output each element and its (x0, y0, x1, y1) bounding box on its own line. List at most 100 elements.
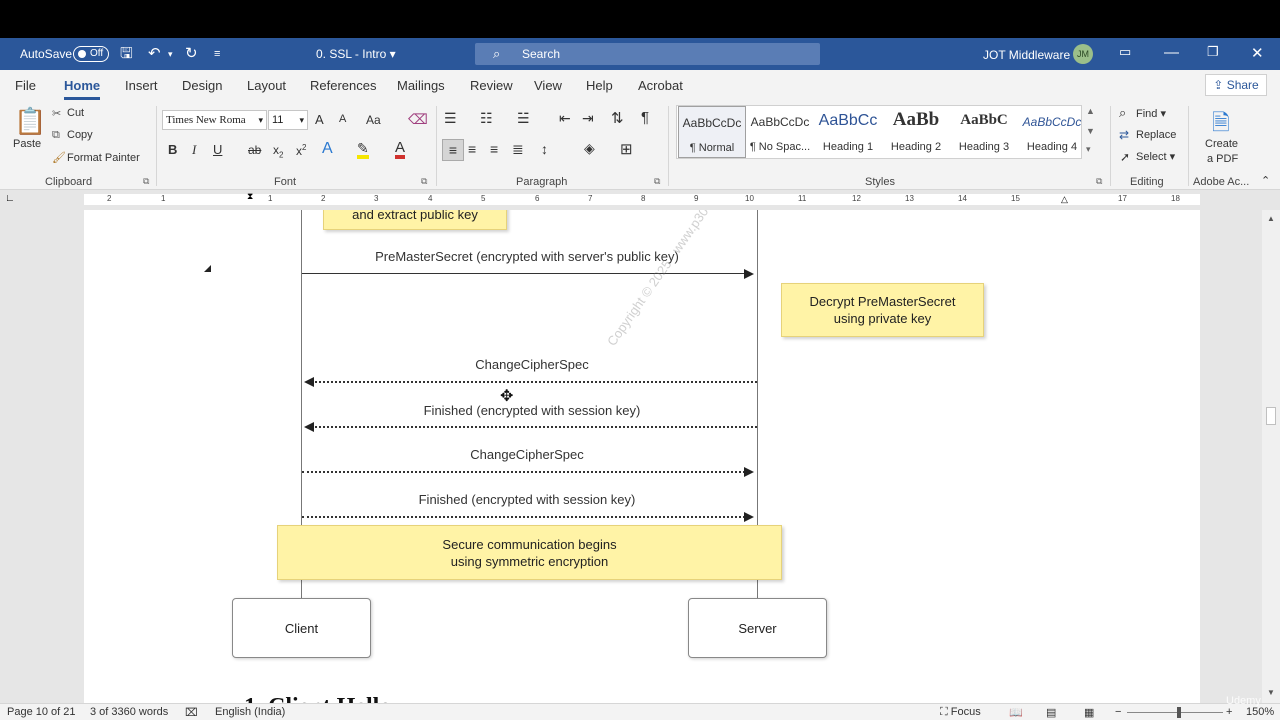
create-pdf-line2[interactable]: a PDF (1207, 153, 1238, 165)
clear-formatting-icon[interactable]: ⌫ (408, 111, 428, 128)
collapse-ribbon-icon[interactable]: ⌃ (1261, 174, 1270, 187)
align-left-icon[interactable]: ≡ (442, 139, 464, 161)
tab-view[interactable]: View (534, 78, 562, 93)
word-count[interactable]: 3 of 3360 words (90, 706, 168, 718)
align-center-icon[interactable]: ≡ (468, 141, 476, 157)
copy-button[interactable]: Copy (67, 129, 93, 141)
proofing-icon[interactable]: ⌧ (185, 706, 198, 719)
right-indent-marker-icon[interactable]: △ (1061, 194, 1068, 205)
paste-button[interactable]: Paste (13, 138, 41, 150)
borders-icon[interactable]: ⊞ (620, 140, 633, 158)
avatar[interactable]: JM (1073, 44, 1093, 64)
web-layout-icon[interactable]: ▦ (1084, 706, 1094, 719)
focus-button[interactable]: ⛶ Focus (940, 706, 981, 719)
subscript-button[interactable]: x2 (273, 143, 283, 159)
paragraph-launcher-icon[interactable]: ⧉ (654, 176, 660, 187)
highlight-color-icon[interactable]: ✎ (357, 141, 369, 159)
style-heading-1[interactable]: AaBbCc Heading 1 (814, 106, 882, 158)
bold-button[interactable]: B (168, 142, 177, 157)
zoom-level[interactable]: 150% (1246, 706, 1274, 718)
cut-button[interactable]: Cut (67, 107, 84, 119)
tab-file[interactable]: File (15, 78, 36, 93)
style-heading-3[interactable]: AaBbC Heading 3 (950, 106, 1018, 158)
tab-design[interactable]: Design (182, 78, 222, 93)
grow-font-button[interactable]: A (315, 112, 324, 127)
replace-button[interactable]: Replace (1136, 129, 1176, 141)
minimize-icon[interactable]: — (1164, 44, 1179, 61)
close-icon[interactable]: ✕ (1251, 44, 1264, 62)
tab-help[interactable]: Help (586, 78, 613, 93)
style-heading-4[interactable]: AaBbCcDc Heading 4 (1018, 106, 1086, 158)
redo-icon[interactable]: ↻ (185, 45, 198, 63)
multilevel-list-icon[interactable]: ☱ (517, 110, 530, 127)
paste-icon[interactable]: 📋 (14, 106, 46, 137)
undo-icon[interactable]: ↶ (148, 45, 161, 63)
zoom-out-icon[interactable]: − (1115, 706, 1121, 718)
autosave-toggle[interactable]: Off (73, 46, 109, 62)
user-name[interactable]: JOT Middleware (983, 48, 1070, 62)
line-spacing-icon[interactable]: ↕ (541, 141, 548, 157)
styles-more-icon[interactable]: ▾ (1086, 144, 1091, 155)
style-no-spacing[interactable]: AaBbCcDc ¶ No Spac... (746, 106, 814, 158)
scroll-thumb[interactable] (1266, 407, 1276, 425)
indent-marker-icon[interactable]: ⧗ (247, 191, 253, 202)
read-mode-icon[interactable]: 📖 (1009, 706, 1023, 719)
style-heading-2[interactable]: AaBb Heading 2 (882, 106, 950, 158)
share-button[interactable]: ⇪ Share (1205, 74, 1267, 96)
bullets-icon[interactable]: ☰ (444, 110, 457, 127)
scroll-up-icon[interactable]: ▲ (1267, 214, 1275, 223)
font-color-button[interactable]: A (395, 140, 406, 159)
find-button[interactable]: Find ▾ (1136, 107, 1166, 120)
save-icon[interactable]: 🖫 (120, 45, 133, 63)
ribbon-display-icon[interactable]: ▭ (1119, 44, 1131, 60)
strikethrough-button[interactable]: ab (248, 143, 261, 157)
font-launcher-icon[interactable]: ⧉ (421, 176, 427, 187)
tab-layout[interactable]: Layout (247, 78, 286, 93)
shading-icon[interactable]: ◈ (584, 140, 595, 157)
text-effects-button[interactable]: A (322, 140, 333, 158)
styles-scroll-up-icon[interactable]: ▲ (1086, 106, 1095, 116)
font-size-select[interactable]: 11 ▾ (268, 110, 308, 130)
tab-references[interactable]: References (310, 78, 376, 93)
create-pdf-line1[interactable]: Create (1205, 138, 1238, 150)
search-box[interactable]: ⌕ Search (475, 43, 820, 65)
format-painter-button[interactable]: Format Painter (67, 152, 140, 164)
styles-launcher-icon[interactable]: ⧉ (1096, 176, 1102, 187)
customize-toolbar-icon[interactable]: ≡ (214, 45, 220, 63)
tab-home[interactable]: Home (64, 78, 100, 93)
numbering-icon[interactable]: ☷ (480, 110, 493, 127)
zoom-in-icon[interactable]: + (1226, 706, 1232, 718)
document-title[interactable]: 0. SSL - Intro ▾ (316, 47, 396, 61)
scroll-down-icon[interactable]: ▼ (1267, 688, 1275, 697)
select-button[interactable]: Select ▾ (1136, 150, 1175, 163)
tab-review[interactable]: Review (470, 78, 513, 93)
italic-button[interactable]: I (192, 142, 196, 158)
tab-selector-icon[interactable]: ∟ (5, 193, 15, 204)
show-formatting-icon[interactable]: ¶ (641, 109, 649, 126)
clipboard-launcher-icon[interactable]: ⧉ (143, 176, 149, 187)
styles-scroll-down-icon[interactable]: ▼ (1086, 126, 1095, 136)
style-normal[interactable]: AaBbCcDc ¶ Normal (678, 106, 746, 158)
vertical-scrollbar[interactable]: ▲ ▼ (1262, 210, 1280, 703)
font-name-select[interactable]: Times New Roma ▾ (162, 110, 267, 130)
superscript-button[interactable]: x2 (296, 143, 306, 158)
tab-insert[interactable]: Insert (125, 78, 158, 93)
zoom-thumb[interactable] (1177, 707, 1181, 718)
decrease-indent-icon[interactable]: ⇤ (559, 110, 571, 127)
restore-icon[interactable]: ❐ (1207, 44, 1219, 60)
change-case-button[interactable]: Aa (366, 113, 381, 127)
language[interactable]: English (India) (215, 706, 285, 718)
increase-indent-icon[interactable]: ⇥ (582, 110, 594, 127)
print-layout-icon[interactable]: ▤ (1046, 706, 1056, 719)
underline-button[interactable]: U (213, 142, 222, 157)
shrink-font-button[interactable]: A (339, 113, 346, 125)
tab-mailings[interactable]: Mailings (397, 78, 445, 93)
sort-icon[interactable]: ⇅ (611, 109, 624, 127)
align-right-icon[interactable]: ≡ (490, 141, 498, 157)
document-page[interactable]: and extract public key PreMasterSecret (… (84, 210, 1200, 703)
zoom-slider[interactable] (1127, 712, 1223, 713)
undo-dropdown-icon[interactable]: ▾ (168, 45, 173, 63)
justify-icon[interactable]: ≣ (512, 141, 524, 158)
tab-acrobat[interactable]: Acrobat (638, 78, 683, 93)
page-count[interactable]: Page 10 of 21 (7, 706, 76, 718)
